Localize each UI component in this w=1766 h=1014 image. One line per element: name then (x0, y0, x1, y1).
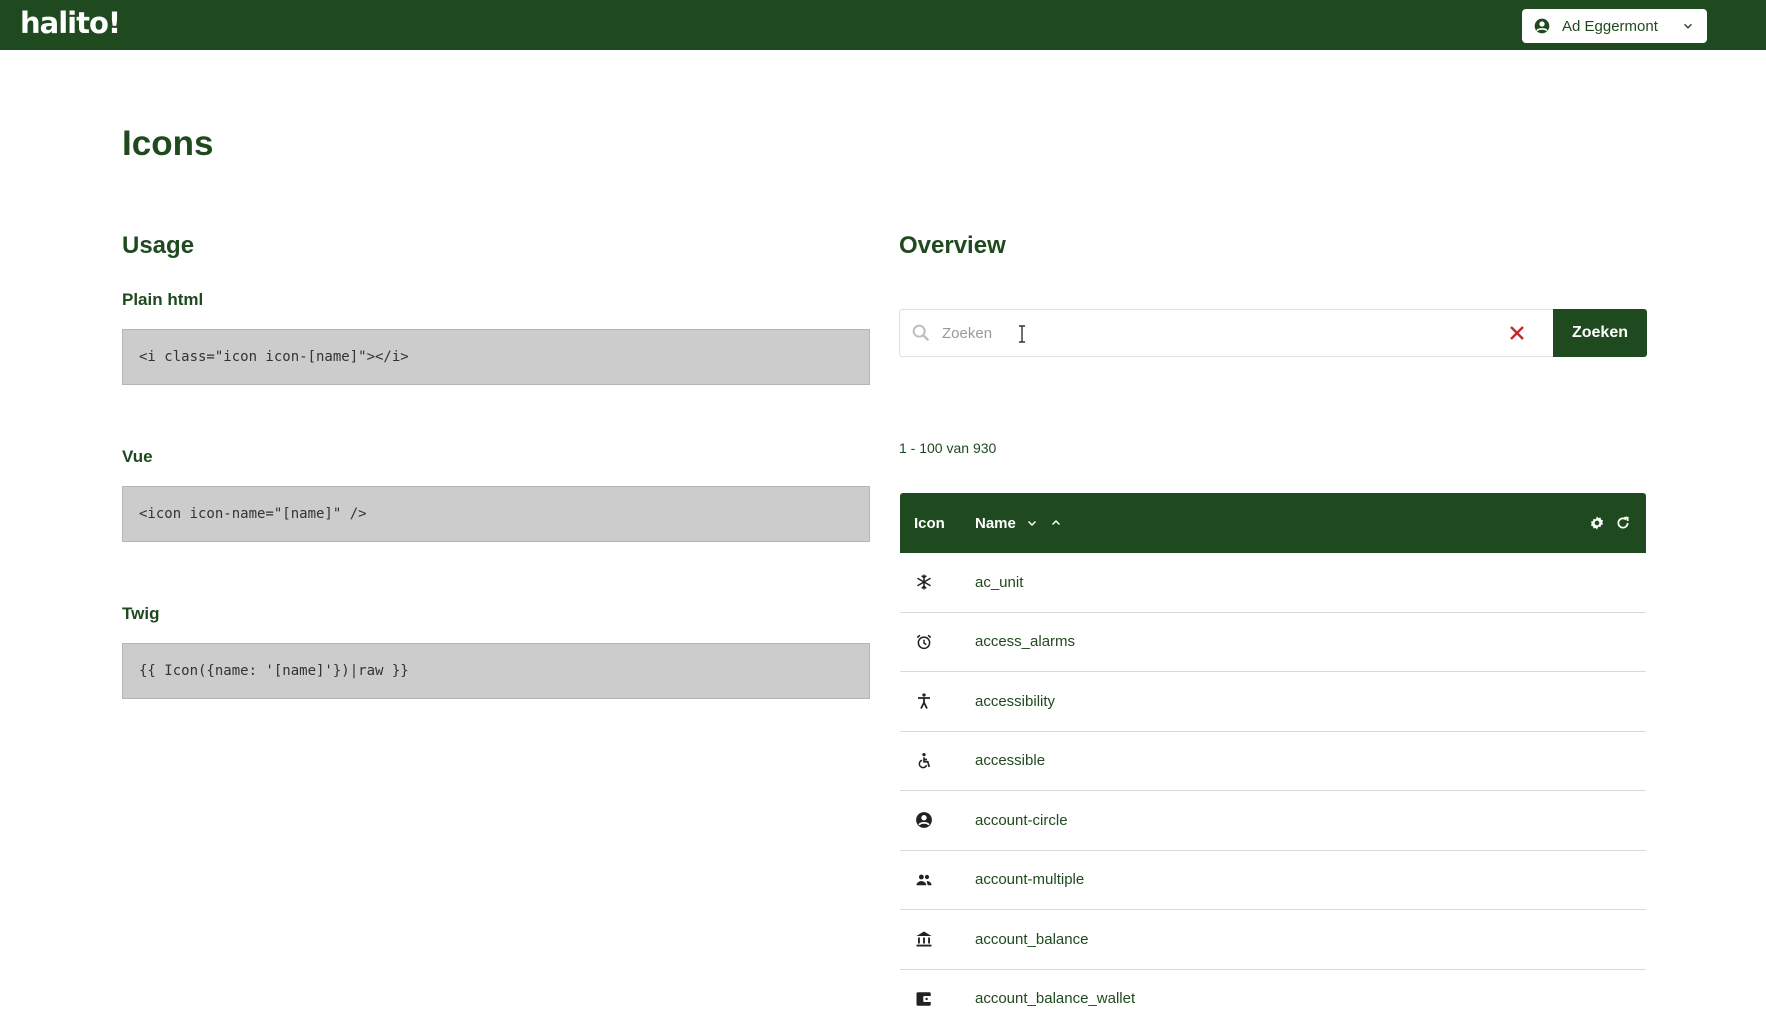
accessible-icon (914, 751, 934, 771)
table-row[interactable]: account_balance (900, 910, 1646, 970)
usage-title: Usage (122, 232, 195, 259)
chevron-down-icon (1027, 520, 1036, 527)
page-title: Icons (122, 124, 214, 163)
icon-name: accessibility (975, 692, 1056, 710)
sort-ascending-button[interactable] (1048, 515, 1064, 531)
table-row[interactable]: accessibility (900, 672, 1646, 732)
close-icon (1510, 326, 1524, 340)
ac-unit-icon (914, 572, 934, 592)
sort-descending-button[interactable] (1024, 515, 1040, 531)
icon-name: ac_unit (975, 573, 1024, 591)
overview-title: Overview (899, 232, 1006, 259)
alarm-icon (914, 632, 934, 652)
search-button[interactable]: Zoeken (1553, 309, 1647, 357)
table-row[interactable]: account-multiple (900, 851, 1646, 910)
column-header-name[interactable]: Name (975, 515, 1064, 532)
user-menu-button[interactable]: Ad Eggermont (1522, 9, 1707, 43)
gear-icon (1591, 516, 1603, 530)
table-row[interactable]: accessible (900, 732, 1646, 791)
text-cursor-icon (1019, 325, 1025, 343)
icon-name: account_balance (975, 930, 1089, 948)
icon-name: access_alarms (975, 633, 1076, 651)
search-bar (899, 309, 1553, 357)
refresh-icon (1617, 516, 1629, 529)
accessibility-icon (914, 691, 934, 711)
twig-code[interactable]: {{ Icon({name: '[name]'})|raw }} (122, 643, 870, 699)
result-count: 1 - 100 van 930 (899, 440, 997, 456)
icons-table: Icon Name ac_unit access_alarms accessib… (900, 493, 1646, 1014)
table-row[interactable]: access_alarms (900, 613, 1646, 672)
table-settings-button[interactable] (1588, 514, 1606, 532)
column-header-name-label: Name (975, 514, 1016, 532)
plain-html-label: Plain html (122, 290, 204, 309)
account-multiple-icon (914, 870, 934, 890)
icon-name: account-multiple (975, 871, 1085, 889)
icon-name: account-circle (975, 811, 1068, 829)
account-circle-icon (1534, 18, 1550, 34)
vue-label: Vue (122, 447, 153, 466)
app-logo[interactable]: halito! (20, 6, 121, 40)
wallet-icon (914, 989, 934, 1009)
column-header-icon: Icon (914, 514, 945, 532)
user-name: Ad Eggermont (1562, 17, 1658, 35)
plain-html-code[interactable]: <i class="icon icon-[name]"></i> (122, 329, 870, 385)
clear-search-button[interactable] (1495, 311, 1539, 355)
chevron-down-icon (1684, 23, 1692, 29)
refresh-button[interactable] (1614, 514, 1632, 532)
chevron-up-icon (1051, 519, 1060, 526)
table-row[interactable]: ac_unit (900, 553, 1646, 613)
table-header: Icon Name (900, 493, 1646, 553)
icon-name: accessible (975, 752, 1046, 770)
vue-code[interactable]: <icon icon-name="[name]" /> (122, 486, 870, 542)
account-circle-icon (914, 810, 934, 830)
table-row[interactable]: account_balance_wallet (900, 970, 1646, 1014)
top-bar: halito! Ad Eggermont (0, 0, 1766, 50)
table-row[interactable]: account-circle (900, 791, 1646, 851)
icon-name: account_balance_wallet (975, 990, 1136, 1008)
twig-label: Twig (122, 604, 160, 623)
search-icon (912, 324, 930, 342)
bank-icon (914, 929, 934, 949)
